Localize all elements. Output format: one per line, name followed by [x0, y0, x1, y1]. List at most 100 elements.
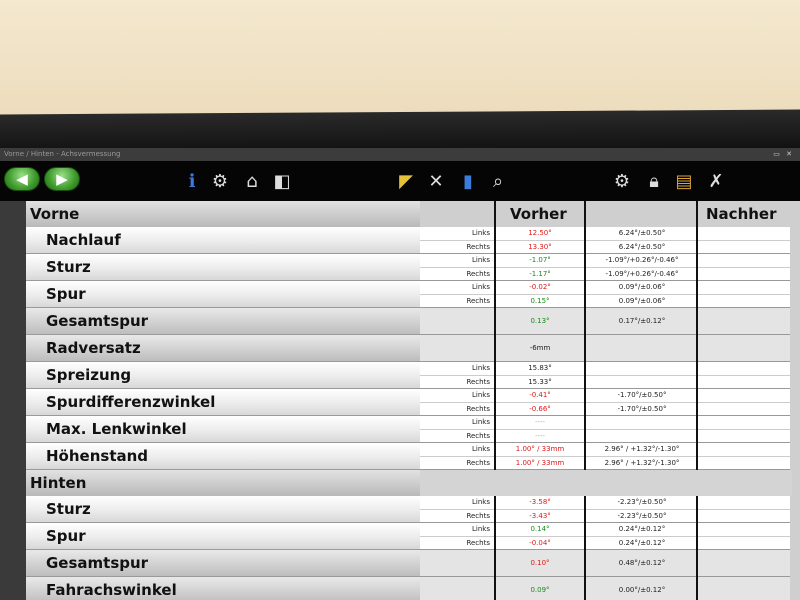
tolerance-value: 0.00°/±0.12°: [618, 586, 666, 594]
param-label: Max. Lenkwinkel: [26, 416, 420, 443]
window-controls[interactable]: ▭ ✕: [773, 148, 800, 161]
info-icon: ℹ: [188, 171, 196, 192]
side-label: Rechts: [466, 270, 490, 278]
print-tool-button[interactable]: ▤: [672, 169, 696, 195]
table-row: Links 15.83°: [420, 362, 790, 375]
tolerance-value: -2.23°/±0.50°: [617, 498, 667, 506]
tolerance-value: 6.24°/±0.50°: [618, 243, 666, 251]
alignment-results: Vorher Nachher Links 12.50° 6.24°/±0.50° Re…: [0, 201, 800, 600]
tolerance-value: 2.96° / +1.32°/-1.30°: [604, 459, 680, 467]
measured-value: 13.30°: [528, 243, 552, 251]
param-row: Links -0.02° 0.09°/±0.06° Rechts 0.15° 0.09°/…: [420, 281, 790, 308]
measure-tool-button[interactable]: ◤: [394, 169, 418, 195]
section-header: Vorne: [26, 201, 420, 227]
car-tool-button[interactable]: ◧: [270, 169, 294, 195]
side-label: Rechts: [466, 512, 490, 520]
table-row: Rechts 1.00° / 33mm 2.96° / +1.32°/-1.30°: [420, 456, 790, 469]
measured-value: 15.33°: [528, 378, 552, 386]
param-label: Höhenstand: [26, 443, 420, 470]
side-label: Links: [472, 256, 490, 264]
param-label: Spurdifferenzwinkel: [26, 389, 420, 416]
lock-tool-button[interactable]: 🔒︎: [642, 169, 666, 195]
table-row: Rechts -0.66° -1.70°/±0.50°: [420, 402, 790, 415]
arrow-right-icon: ▶: [56, 170, 68, 188]
param-label: Fahrachswinkel: [26, 577, 420, 600]
arrow-left-icon: ◀: [16, 170, 28, 188]
side-label: Links: [472, 283, 490, 291]
table-row: Rechts 0.15° 0.09°/±0.06°: [420, 294, 790, 307]
window-titlebar: Vorne / Hinten - Achsvermessung ▭ ✕: [0, 148, 800, 161]
exit-tool-button[interactable]: ✗: [704, 169, 728, 195]
measured-value: -1.07°: [529, 256, 551, 264]
zoom-tool-button[interactable]: ⌕: [486, 169, 510, 195]
param-row: 0.13° 0.17°/±0.12°: [420, 308, 790, 335]
table-row: 0.10° 0.48°/±0.12°: [420, 550, 790, 577]
param-label: Sturz: [26, 254, 420, 281]
gears-icon: ⚙: [613, 171, 631, 192]
background-wall: [0, 0, 800, 120]
column-divider: [494, 201, 496, 600]
toolbar: ◀ ▶ ℹ ⚙ ⌂ ◧ ◤ ✕ ▮ ⌕ ⚙ 🔒︎ ▤ ✗: [0, 161, 800, 201]
section-header-values: [420, 470, 792, 496]
measured-value: 15.83°: [528, 364, 552, 372]
side-label: Links: [472, 229, 490, 237]
lock-icon: 🔒︎: [649, 171, 659, 192]
tolerance-value: 2.96° / +1.32°/-1.30°: [604, 445, 680, 453]
side-label: Rechts: [466, 539, 490, 547]
tools-button[interactable]: ✕: [424, 169, 448, 195]
table-row: Rechts 13.30° 6.24°/±0.50°: [420, 240, 790, 253]
measured-value: ----: [534, 432, 546, 440]
column-divider: [584, 201, 586, 600]
header-nachher: Nachher: [706, 205, 777, 223]
side-label: Rechts: [466, 297, 490, 305]
tolerance-value: 0.09°/±0.06°: [618, 283, 666, 291]
param-row: Links -1.07° -1.09°/+0.26°/-0.46° Rechts -1.…: [420, 254, 790, 281]
table-row: Rechts 15.33°: [420, 375, 790, 388]
values-table: Vorher Nachher Links 12.50° 6.24°/±0.50° Re…: [420, 201, 792, 600]
param-row: Links 12.50° 6.24°/±0.50° Rechts 13.30° 6.24°…: [420, 227, 790, 254]
measured-value: 1.00° / 33mm: [515, 445, 565, 453]
tolerance-value: 0.09°/±0.06°: [618, 297, 666, 305]
side-label: Links: [472, 525, 490, 533]
magnifier-icon: ⌕: [492, 171, 504, 192]
wheel-icon: ⚙: [211, 171, 229, 192]
back-button[interactable]: ◀: [4, 167, 40, 191]
printer-icon: ▤: [675, 171, 693, 192]
car-icon: ◧: [273, 171, 291, 192]
param-row: Links 15.83° Rechts 15.33°: [420, 362, 790, 389]
wheel-tool-button[interactable]: ⚙: [208, 169, 232, 195]
tolerance-value: -1.70°/±0.50°: [617, 405, 667, 413]
column-divider: [696, 201, 698, 600]
param-label: Gesamtspur: [26, 308, 420, 335]
measured-value: -0.02°: [529, 283, 551, 291]
param-label: Radversatz: [26, 335, 420, 362]
settings-tool-button[interactable]: ⚙: [610, 169, 634, 195]
table-row: Links -1.07° -1.09°/+0.26°/-0.46°: [420, 254, 790, 267]
measured-value: -6mm: [529, 344, 551, 352]
table-row: Links -0.41° -1.70°/±0.50°: [420, 389, 790, 402]
tolerance-value: 0.24°/±0.12°: [618, 539, 666, 547]
table-row: Links -3.58° -2.23°/±0.50°: [420, 496, 790, 509]
param-label: Spur: [26, 523, 420, 550]
home-tool-button[interactable]: ⌂: [240, 169, 264, 195]
monitor-screen: Vorne / Hinten - Achsvermessung ▭ ✕ ◀ ▶ …: [0, 148, 800, 600]
table-row: Rechts -1.17° -1.09°/+0.26°/-0.46°: [420, 267, 790, 280]
sensor-tool-button[interactable]: ▮: [456, 169, 480, 195]
param-row: 0.09° 0.00°/±0.12°: [420, 577, 790, 600]
measured-value: -3.43°: [529, 512, 551, 520]
info-tool-button[interactable]: ℹ: [180, 169, 204, 195]
measured-value: 0.10°: [530, 559, 550, 567]
table-row: Links 12.50° 6.24°/±0.50°: [420, 227, 790, 240]
measured-value: 0.09°: [530, 586, 550, 594]
measured-value: 0.13°: [530, 317, 550, 325]
measured-value: -0.41°: [529, 391, 551, 399]
side-label: Links: [472, 445, 490, 453]
table-row: -6mm: [420, 335, 790, 362]
param-label: Sturz: [26, 496, 420, 523]
measured-value: -0.04°: [529, 539, 551, 547]
forward-button[interactable]: ▶: [44, 167, 80, 191]
side-label: Links: [472, 498, 490, 506]
ruler-icon: ◤: [399, 171, 413, 192]
param-row: Links 1.00° / 33mm 2.96° / +1.32°/-1.30° Re…: [420, 443, 790, 470]
param-row: Links ---- Rechts ----: [420, 416, 790, 443]
